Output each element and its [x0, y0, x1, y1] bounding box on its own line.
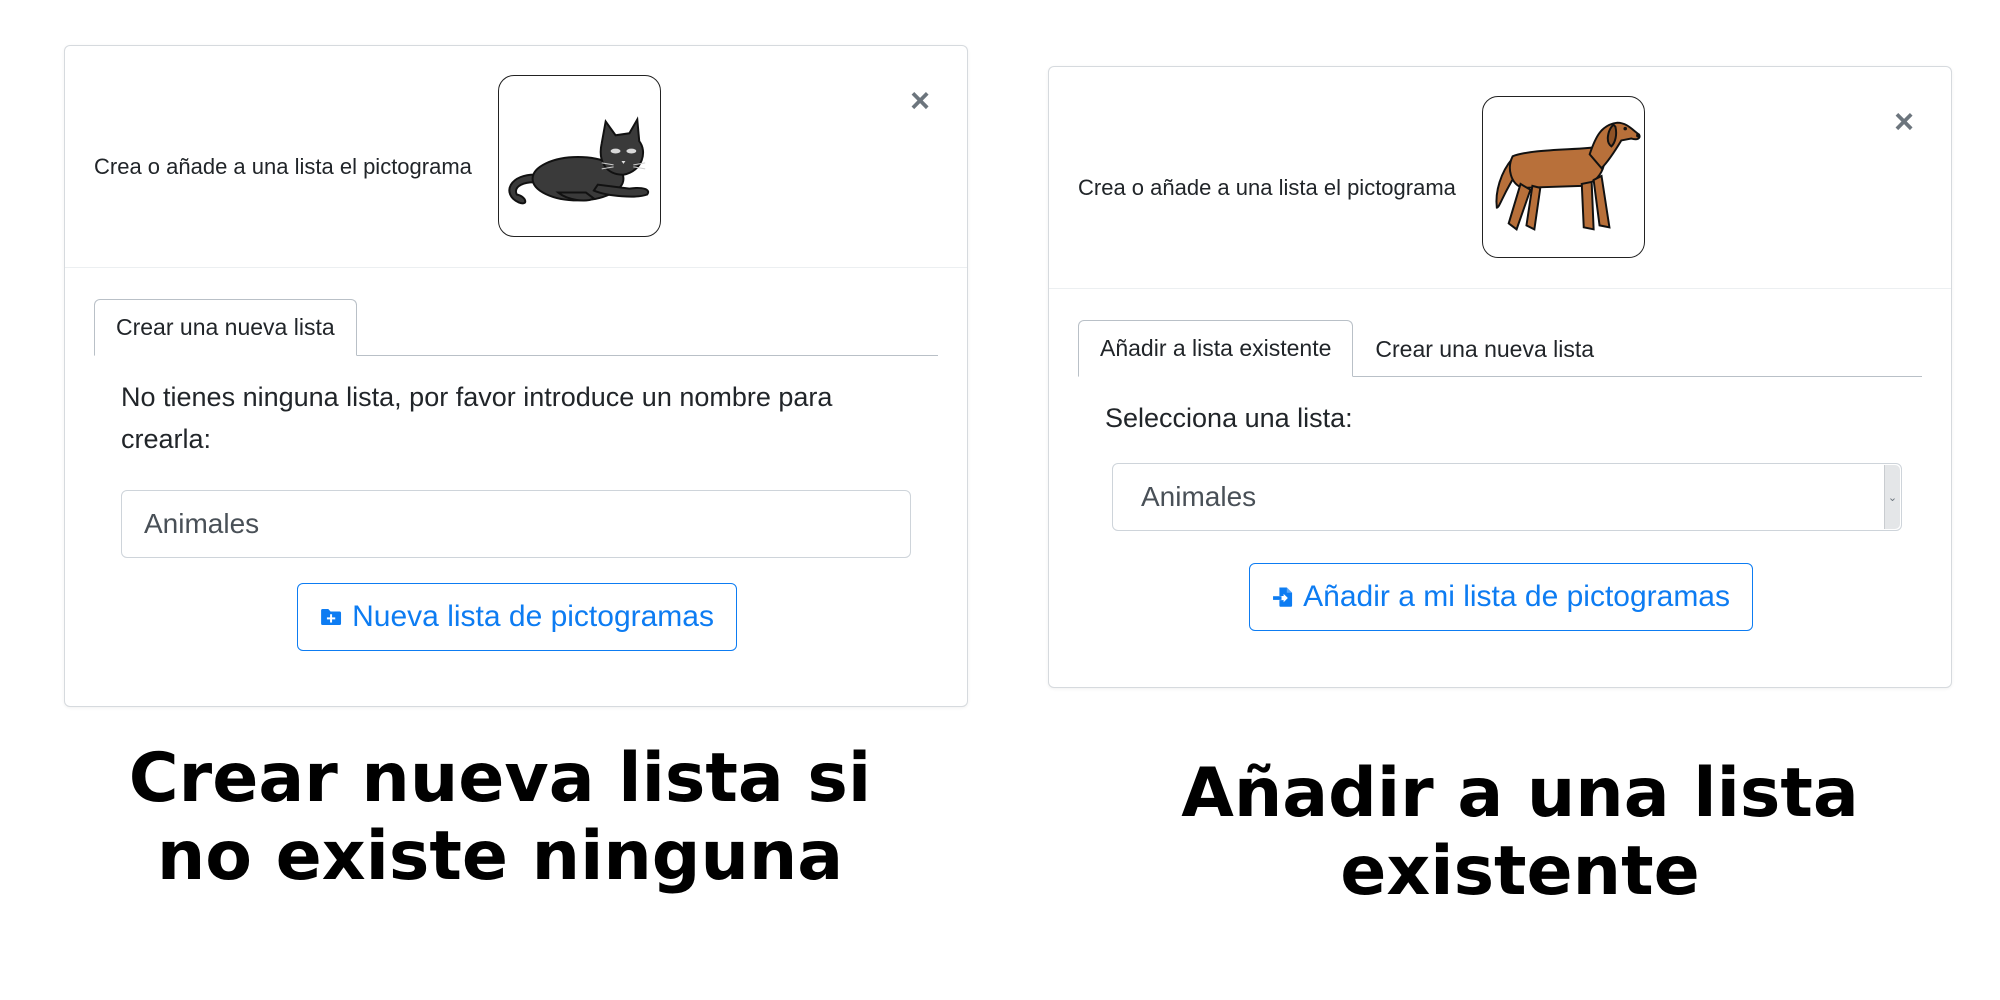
tab-add-existing-list[interactable]: Añadir a lista existente: [1078, 320, 1354, 377]
close-icon[interactable]: ×: [905, 84, 935, 118]
pictogram-image: [1482, 96, 1645, 258]
dialog-body: Añadir a lista existente Crear una nueva…: [1049, 289, 1951, 531]
dialog-header-text: Crea o añade a una lista el pictograma: [94, 154, 472, 179]
chevron-down-icon: ⌄: [1887, 491, 1898, 504]
pictogram-image: [498, 75, 661, 237]
folder-plus-icon: [321, 608, 342, 626]
select-scrollbar[interactable]: ⌄: [1884, 465, 1900, 529]
tab-create-new-list[interactable]: Crear una nueva lista: [1353, 320, 1616, 377]
dialog-header: Crea o añade a una lista el pictograma ×: [1049, 67, 1951, 289]
tab-bar: Crear una nueva lista: [94, 299, 938, 356]
list-select[interactable]: Animales ⌄: [1112, 463, 1902, 531]
dialog-header-text: Crea o añade a una lista el pictograma: [1078, 175, 1456, 200]
close-icon[interactable]: ×: [1889, 105, 1919, 139]
cat-icon: [508, 116, 650, 205]
new-list-button-label: Nueva lista de pictogramas: [352, 600, 714, 633]
new-list-button[interactable]: Nueva lista de pictogramas: [297, 583, 737, 651]
list-name-input[interactable]: [121, 490, 911, 558]
list-select-value: Animales: [1141, 481, 1257, 512]
tab-create-new-list[interactable]: Crear una nueva lista: [94, 299, 357, 356]
create-list-dialog: Crea o añade a una lista el pictograma ×…: [64, 45, 968, 707]
dog-icon: [1495, 121, 1641, 231]
no-lists-message: No tienes ninguna lista, por favor intro…: [121, 382, 833, 454]
tab-bar: Añadir a lista existente Crear una nueva…: [1078, 320, 1922, 377]
dialog-header: Crea o añade a una lista el pictograma ×: [65, 46, 967, 268]
caption-create-new-list: Crear nueva lista si no existe ninguna: [128, 739, 872, 896]
add-to-list-button[interactable]: Añadir a mi lista de pictogramas: [1249, 563, 1753, 631]
add-to-list-dialog: Crea o añade a una lista el pictograma ×…: [1048, 66, 1952, 688]
add-to-list-button-label: Añadir a mi lista de pictogramas: [1303, 580, 1730, 613]
file-import-icon: [1273, 587, 1293, 607]
dialog-body: Crear una nueva lista No tienes ninguna …: [65, 268, 967, 558]
caption-add-existing-list: Añadir a una lista existente: [1181, 754, 1859, 911]
select-list-label: Selecciona una lista:: [1105, 403, 1353, 433]
